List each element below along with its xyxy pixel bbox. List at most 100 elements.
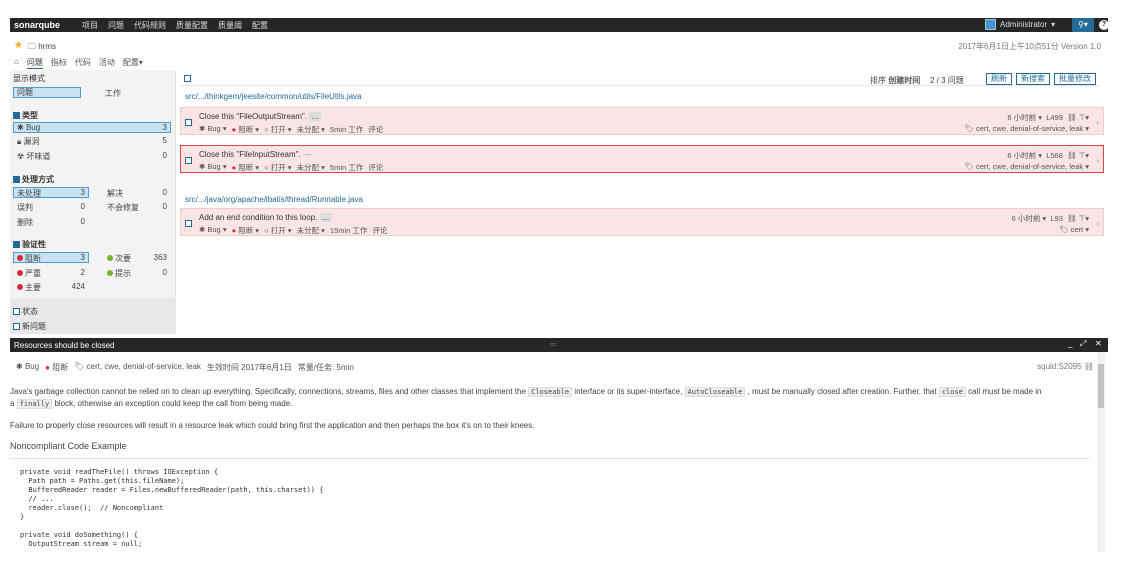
bug-icon: ✱	[17, 123, 26, 132]
tab-measures[interactable]: 指标	[51, 57, 67, 69]
facet-severity-critical[interactable]: 严重 2	[13, 268, 89, 279]
bulk-change-button[interactable]: 批量修改	[1054, 73, 1096, 85]
issue-type[interactable]: ✱ Bug ▾	[199, 124, 227, 135]
facet-type-vulnerability[interactable]: 🔒︎ 漏洞 5	[13, 136, 171, 147]
rule-paragraph: Java's garbage collection cannot be reli…	[10, 387, 1042, 409]
tab-activity[interactable]: 活动	[99, 57, 115, 69]
issue-assignee[interactable]: 未分配 ▾	[297, 162, 325, 173]
mode-issues-option[interactable]: 问题	[13, 87, 81, 98]
blocker-icon: ●	[231, 163, 237, 172]
nav-projects[interactable]: 项目	[82, 20, 98, 31]
issue-checkbox[interactable]	[185, 157, 192, 164]
tab-configuration[interactable]: 配置▾	[123, 57, 143, 69]
checkbox-icon	[13, 241, 20, 248]
open-status-icon: ○	[264, 226, 269, 235]
issue-checkbox[interactable]	[185, 119, 192, 126]
issue-card[interactable]: Add an end condition to this loop. … ✱ B…	[180, 208, 1104, 236]
issue-severity[interactable]: ● 阻断 ▾	[232, 225, 259, 236]
chevron-right-icon[interactable]: ›	[1096, 219, 1099, 228]
file-path[interactable]: src/.../java/org/apache/ibatis/thread/Ru…	[185, 195, 363, 204]
issue-severity[interactable]: ● 阻断 ▾	[232, 162, 259, 173]
chevron-down-icon: ▾	[1051, 20, 1056, 29]
rule-key[interactable]: squid:S2095 ⛓	[1037, 362, 1094, 371]
issue-card[interactable]: Close this "FileOutputStream". … ✱ Bug ▾…	[180, 107, 1104, 135]
new-search-button[interactable]: 新搜索	[1016, 73, 1050, 85]
rule-severity: ● 阻断	[45, 363, 69, 372]
major-icon	[17, 284, 23, 290]
issue-tags[interactable]: 🏷︎ cert, cwe, denial-of-service, leak ▾	[964, 124, 1089, 133]
resolution-facet-title[interactable]: 处理方式	[13, 174, 54, 185]
checkbox-icon	[13, 323, 20, 330]
facet-wont-fix[interactable]: 不会修复 0	[103, 202, 171, 213]
issue-tags[interactable]: 🏷︎ cert ▾	[1059, 225, 1089, 234]
analysis-date-version: 2017年6月1日上午10点51分 Version 1.0	[958, 42, 1101, 51]
issue-assignee[interactable]: 未分配 ▾	[297, 225, 325, 236]
issue-type[interactable]: ✱ Bug ▾	[199, 162, 227, 173]
issue-assignee[interactable]: 未分配 ▾	[297, 124, 325, 135]
scrollbar[interactable]	[1097, 352, 1105, 552]
nav-rules[interactable]: 代码规则	[134, 20, 166, 31]
help-button[interactable]: ?	[1099, 20, 1109, 30]
facet-severity-blocker[interactable]: 阻断 3	[13, 252, 89, 263]
mode-effort-option[interactable]: 工作	[105, 88, 121, 99]
expand-icon[interactable]: ⤢	[1080, 339, 1086, 349]
tab-issues[interactable]: 问题	[26, 57, 43, 69]
home-icon[interactable]: ⌂	[14, 57, 19, 69]
issue-type[interactable]: ✱ Bug ▾	[199, 225, 227, 236]
issue-card-selected[interactable]: Close this "FileInputStream". — ✱ Bug ▾ …	[180, 145, 1104, 173]
user-name: Administrator	[1000, 20, 1048, 29]
issue-tags[interactable]: 🏷︎ cert, cwe, denial-of-service, leak ▾	[964, 162, 1089, 171]
facet-type-bug[interactable]: ✱ Bug 3	[13, 122, 171, 133]
rule-type: ✱ Bug	[16, 362, 40, 371]
rule-description: ✱ Bug ● 阻断 🏷︎ cert, cwe, denial-of-servi…	[10, 352, 1100, 552]
facet-fixed[interactable]: 解决 0	[103, 188, 171, 199]
close-icon[interactable]: ✕	[1095, 339, 1102, 348]
search-button[interactable]: ⚲▾	[1072, 18, 1094, 32]
sort-control[interactable]: 排序 创建时间	[870, 75, 920, 86]
issue-location: 6 小时前 ▾ L499 ⛓ ⊤▾	[1007, 113, 1089, 122]
blocker-icon: ●	[45, 363, 51, 372]
facet-type-code-smell[interactable]: ☢ 坏味道 0	[13, 151, 171, 162]
sonarqube-logo[interactable]: sonarqube	[14, 20, 60, 30]
new-issues-facet-title[interactable]: 新问题	[13, 321, 46, 332]
facet-severity-info[interactable]: 提示 0	[103, 268, 171, 279]
select-all-checkbox[interactable]	[184, 75, 191, 82]
nav-settings[interactable]: 配置	[252, 20, 268, 31]
chevron-right-icon[interactable]: ›	[1096, 156, 1099, 165]
favorite-star-icon[interactable]: ★	[14, 40, 23, 51]
issue-status[interactable]: ○ 打开 ▾	[264, 225, 291, 236]
issue-severity[interactable]: ● 阻断 ▾	[232, 124, 259, 135]
issue-status[interactable]: ○ 打开 ▾	[264, 124, 291, 135]
blocker-icon: ●	[231, 226, 237, 235]
facet-false-positive[interactable]: 误判 0	[13, 202, 89, 213]
minimize-icon[interactable]: _	[1068, 339, 1072, 348]
chevron-right-icon[interactable]: ›	[1096, 118, 1099, 127]
nav-quality-gates[interactable]: 质量阈	[218, 20, 242, 31]
status-facet-title[interactable]: 状态	[13, 306, 38, 317]
resize-handle-icon[interactable]: ═	[550, 340, 556, 349]
divider	[10, 458, 1090, 459]
user-menu[interactable]: Administrator ▾	[985, 19, 1055, 30]
rule-panel-header[interactable]: Resources should be closed ═ _ ⤢ ✕	[10, 338, 1108, 352]
issue-comment-link[interactable]: 评论	[368, 124, 383, 135]
scrollbar-thumb[interactable]	[1098, 364, 1104, 408]
issue-checkbox[interactable]	[185, 220, 192, 227]
severity-facet-title[interactable]: 验证性	[13, 239, 46, 250]
facet-severity-major[interactable]: 主要 424	[13, 282, 89, 293]
nav-issues[interactable]: 问题	[108, 20, 124, 31]
type-facet-title[interactable]: 类型	[13, 110, 38, 121]
facet-unresolved[interactable]: 未处理 3	[13, 187, 89, 198]
tab-code[interactable]: 代码	[75, 57, 91, 69]
facet-removed[interactable]: 删除 0	[13, 217, 89, 228]
main-nav: 项目 问题 代码规则 质量配置 质量阈 配置	[82, 20, 268, 31]
issue-comment-link[interactable]: 评论	[372, 225, 387, 236]
nav-quality-profiles[interactable]: 质量配置	[176, 20, 208, 31]
project-breadcrumb[interactable]: 🗀 hrms	[28, 41, 56, 55]
rule-effective-date: 生效时间 2017年6月1日	[206, 363, 292, 372]
issue-status[interactable]: ○ 打开 ▾	[264, 162, 291, 173]
facet-severity-minor[interactable]: 次要 363	[103, 253, 171, 264]
avatar	[985, 19, 996, 30]
file-path[interactable]: src/.../thinkgem/jeesite/common/utils/Fi…	[185, 92, 362, 101]
refresh-button[interactable]: 刷新	[986, 73, 1012, 85]
issue-comment-link[interactable]: 评论	[368, 162, 383, 173]
